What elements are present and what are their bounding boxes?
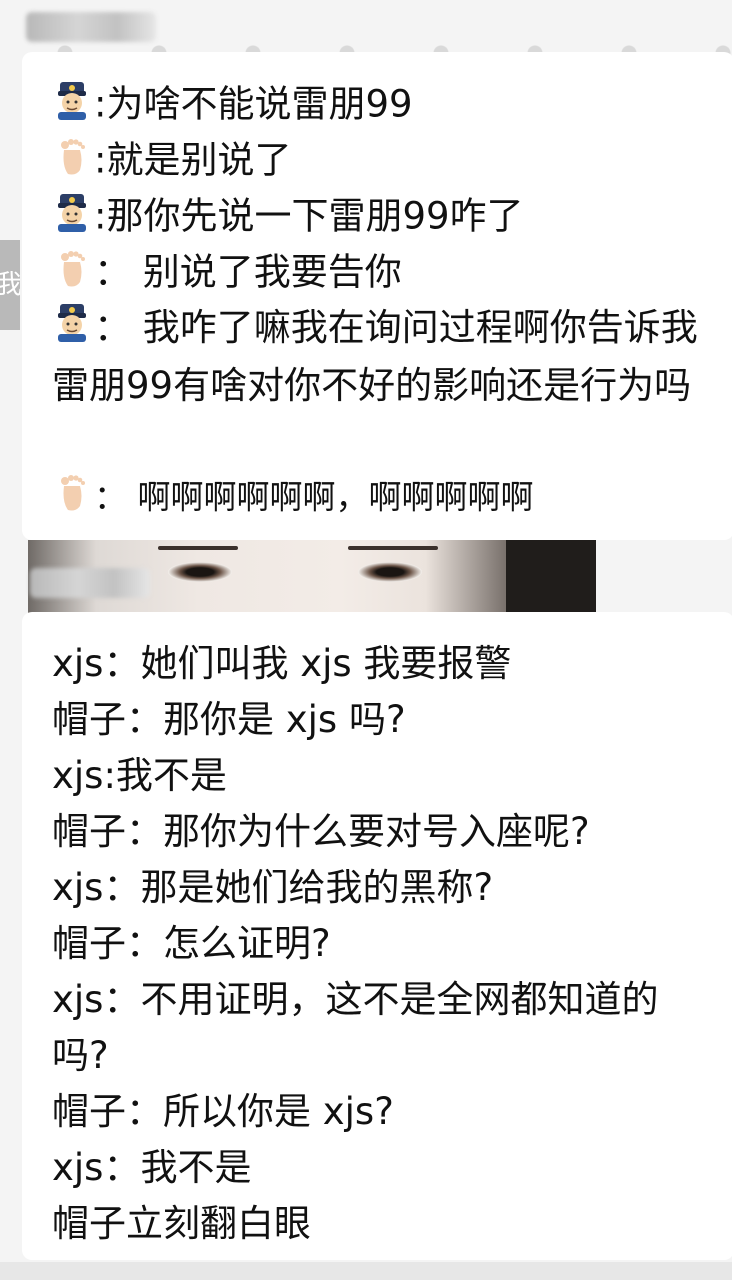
chat-line-text: :为啥不能说雷朋99 — [94, 82, 413, 126]
chat-line-text: ： 啊啊啊啊啊啊，啊啊啊啊啊 — [94, 477, 534, 517]
blurred-username-top — [26, 12, 156, 42]
chat-line: 帽子：怎么证明? — [52, 922, 331, 965]
chat-line-text: ： 别说了我要告你 — [94, 250, 402, 294]
chat-line: xjs：那是她们给我的黑称? — [52, 866, 494, 909]
chat-line: 帽子：所以你是 xjs? — [52, 1090, 394, 1133]
chat-line: :为啥不能说雷朋99 — [52, 80, 413, 132]
police-officer-icon — [52, 80, 92, 132]
chat-line-text: ： 我咋了嘛我在询问过程啊你告诉我雷朋99有啥对你不好的影响还是行为吗 — [52, 306, 698, 407]
foot-icon — [52, 136, 92, 188]
foot-icon — [52, 248, 92, 300]
hair — [506, 540, 596, 614]
blurred-username-bottom — [30, 568, 150, 598]
chat-line: xjs：不用证明，这不是全网都知道的吗? — [52, 978, 659, 1077]
chat-line: 帽子：那你为什么要对号入座呢? — [52, 810, 590, 853]
chat-line-text: :就是别说了 — [94, 138, 292, 182]
chat-line: 帽子：那你是 xjs 吗? — [52, 698, 406, 741]
chat-line: ： 别说了我要告你 — [52, 248, 402, 300]
bottom-edge — [0, 1262, 732, 1280]
eye — [168, 562, 232, 582]
chat-line: xjs：她们叫我 xjs 我要报警 — [52, 642, 512, 685]
eye — [358, 562, 422, 582]
foot-icon — [52, 472, 92, 524]
chat-line: xjs：我不是 — [52, 1146, 252, 1189]
police-officer-icon — [52, 192, 92, 244]
chat-line: :那你先说一下雷朋99咋了 — [52, 192, 524, 244]
chat-line: xjs:我不是 — [52, 754, 227, 797]
eyebrow — [158, 546, 238, 550]
background-chat-fragment: 我 — [0, 240, 20, 330]
chat-line-text: :那你先说一下雷朋99咋了 — [94, 194, 524, 238]
wallpaper-gap — [596, 540, 732, 614]
eyebrow — [348, 546, 438, 550]
police-officer-icon — [52, 302, 92, 358]
chat-line: 帽子立刻翻白眼 — [52, 1202, 311, 1245]
chat-line: :就是别说了 — [52, 136, 291, 188]
chat-line: ： 我咋了嘛我在询问过程啊你告诉我雷朋99有啥对你不好的影响还是行为吗 — [52, 300, 712, 414]
chat-line: ： 啊啊啊啊啊啊，啊啊啊啊啊 — [52, 472, 534, 524]
